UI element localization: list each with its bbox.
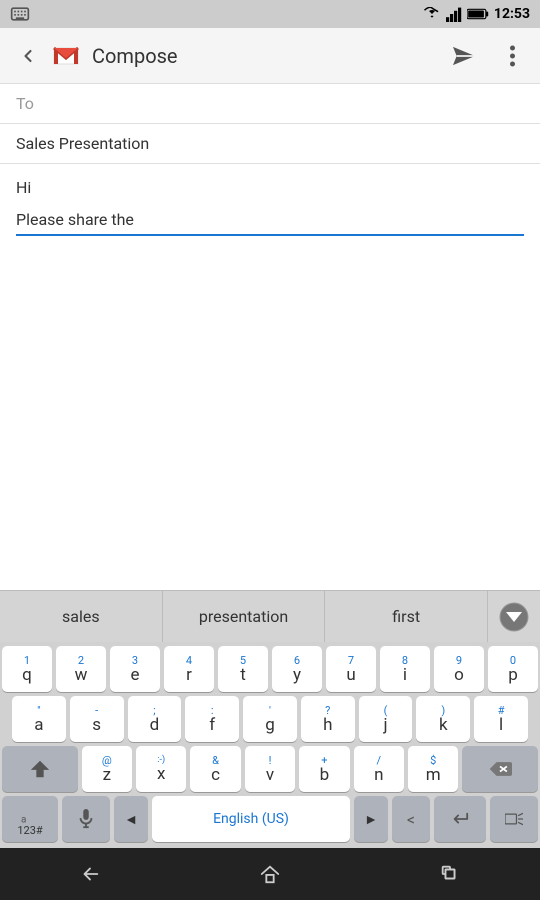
keyboard-row-4: a 123# ◄ English (US) ► <: [2, 796, 538, 842]
body-line3: Please share the: [16, 208, 524, 236]
keyboard-icon: [10, 4, 30, 24]
key-f[interactable]: :f: [185, 696, 239, 742]
nav-recents-button[interactable]: [420, 854, 480, 894]
key-i[interactable]: 8i: [380, 646, 430, 692]
key-y[interactable]: 6y: [272, 646, 322, 692]
key-a[interactable]: "a: [12, 696, 66, 742]
key-w[interactable]: 2w: [56, 646, 106, 692]
key-b[interactable]: +b: [299, 746, 349, 792]
status-icons: 12:53: [423, 6, 530, 22]
key-e[interactable]: 3e: [110, 646, 160, 692]
key-u[interactable]: 7u: [326, 646, 376, 692]
status-bar: 12:53: [0, 0, 540, 28]
key-k[interactable]: )k: [416, 696, 470, 742]
to-input[interactable]: [54, 95, 524, 113]
send-button[interactable]: [444, 36, 484, 76]
subject-text: Sales Presentation: [16, 134, 149, 153]
app-bar-title: Compose: [92, 44, 444, 68]
to-label: To: [16, 94, 46, 113]
compose-area: To Sales Presentation Hi Please share th…: [0, 84, 540, 590]
number-mode-key[interactable]: a 123#: [2, 796, 58, 842]
key-g[interactable]: 'g: [243, 696, 297, 742]
body-line1: Hi: [16, 176, 524, 200]
enter-key[interactable]: [434, 796, 486, 842]
key-q[interactable]: 1q: [2, 646, 52, 692]
backspace-key[interactable]: [462, 746, 538, 792]
autocomplete-presentation[interactable]: presentation: [163, 591, 326, 642]
keyboard-row-1: 1q 2w 3e 4r 5t 6y 7u 8i 9o 0p: [2, 646, 538, 692]
key-o[interactable]: 9o: [434, 646, 484, 692]
nav-home-button[interactable]: [240, 854, 300, 894]
key-p[interactable]: 0p: [488, 646, 538, 692]
signal-icon: [446, 6, 462, 22]
status-time: 12:53: [494, 6, 530, 22]
autocomplete-first[interactable]: first: [325, 591, 488, 642]
body-area[interactable]: Hi Please share the: [0, 164, 540, 590]
key-c[interactable]: &c: [190, 746, 240, 792]
back-button[interactable]: [8, 36, 48, 76]
emoji-key[interactable]: [490, 796, 538, 842]
key-s[interactable]: -s: [70, 696, 124, 742]
gmail-logo: [48, 38, 84, 74]
autocomplete-collapse-button[interactable]: [488, 591, 540, 642]
key-j[interactable]: (j: [359, 696, 413, 742]
keyboard-row-2: "a -s ;d :f 'g ?h (j )k #l: [2, 696, 538, 742]
key-m[interactable]: $m: [408, 746, 458, 792]
left-arrow-key[interactable]: ◄: [114, 796, 148, 842]
app-bar: Compose: [0, 28, 540, 84]
keyboard: 1q 2w 3e 4r 5t 6y 7u 8i 9o 0p "a -s ;d :…: [0, 642, 540, 848]
key-n[interactable]: /n: [354, 746, 404, 792]
less-than-key[interactable]: <: [392, 796, 430, 842]
autocomplete-sales[interactable]: sales: [0, 591, 163, 642]
key-v[interactable]: !v: [245, 746, 295, 792]
autocomplete-bar: sales presentation first: [0, 590, 540, 642]
right-arrow-key[interactable]: ►: [354, 796, 388, 842]
key-d[interactable]: ;d: [128, 696, 182, 742]
key-z[interactable]: @z: [82, 746, 132, 792]
battery-icon: [467, 7, 489, 21]
bottom-nav: [0, 848, 540, 900]
subject-row: Sales Presentation: [0, 124, 540, 164]
app-bar-actions: [444, 36, 532, 76]
space-key[interactable]: English (US): [152, 796, 350, 842]
nav-back-button[interactable]: [60, 854, 120, 894]
to-field-row: To: [0, 84, 540, 124]
key-l[interactable]: #l: [474, 696, 528, 742]
key-r[interactable]: 4r: [164, 646, 214, 692]
shift-key[interactable]: [2, 746, 78, 792]
more-options-button[interactable]: [492, 36, 532, 76]
key-t[interactable]: 5t: [218, 646, 268, 692]
wifi-icon: [423, 7, 441, 21]
mic-key[interactable]: [62, 796, 110, 842]
keyboard-row-3: @z :-)x &c !v +b /n $m: [2, 746, 538, 792]
key-x[interactable]: :-)x: [136, 746, 186, 792]
key-h[interactable]: ?h: [301, 696, 355, 742]
